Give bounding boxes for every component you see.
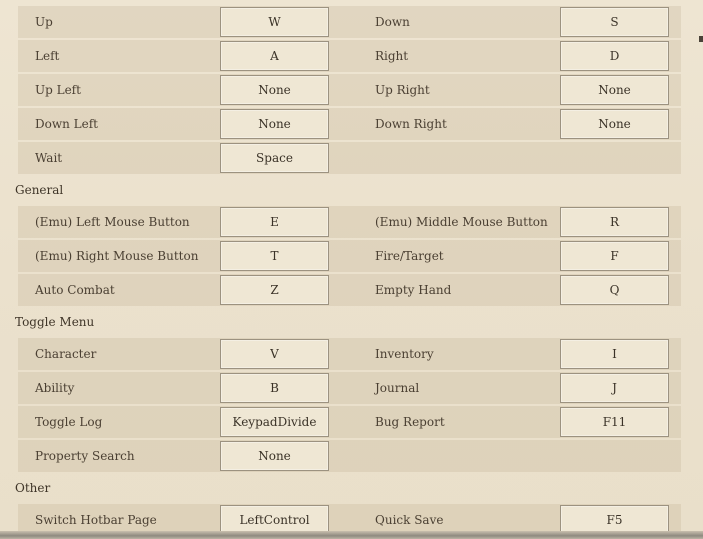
binding-label-up-right: Up Right (375, 83, 430, 97)
binding-row-up-left: Up Left None Up Right None (18, 74, 681, 106)
key-button-journal[interactable]: J (560, 373, 669, 403)
binding-row-emu-left-mouse: (Emu) Left Mouse Button E (Emu) Middle M… (18, 206, 681, 238)
binding-label-down: Down (375, 15, 410, 29)
key-button-down-left[interactable]: None (220, 109, 329, 139)
scrollbar-notch[interactable] (699, 36, 703, 42)
binding-label-character: Character (35, 347, 97, 361)
binding-label-ability: Ability (35, 381, 75, 395)
key-button-down[interactable]: S (560, 7, 669, 37)
key-button-emu-right-mouse[interactable]: T (220, 241, 329, 271)
key-button-empty-hand[interactable]: Q (560, 275, 669, 305)
key-button-character[interactable]: V (220, 339, 329, 369)
key-button-ability[interactable]: B (220, 373, 329, 403)
key-button-toggle-log[interactable]: KeypadDivide (220, 407, 329, 437)
section-header-toggle-menu: Toggle Menu (15, 315, 95, 329)
binding-row-down-left: Down Left None Down Right None (18, 108, 681, 140)
binding-row-wait: Wait Space (18, 142, 681, 174)
binding-row-property-search: Property Search None (18, 440, 681, 472)
binding-row-toggle-log: Toggle Log KeypadDivide Bug Report F11 (18, 406, 681, 438)
binding-label-inventory: Inventory (375, 347, 434, 361)
key-button-left[interactable]: A (220, 41, 329, 71)
key-button-emu-middle-mouse[interactable]: R (560, 207, 669, 237)
binding-label-left: Left (35, 49, 60, 63)
binding-label-emu-right-mouse: (Emu) Right Mouse Button (35, 249, 199, 263)
binding-label-right: Right (375, 49, 409, 63)
key-button-up-right[interactable]: None (560, 75, 669, 105)
key-button-property-search[interactable]: None (220, 441, 329, 471)
key-button-emu-left-mouse[interactable]: E (220, 207, 329, 237)
binding-label-down-right: Down Right (375, 117, 447, 131)
key-button-down-right[interactable]: None (560, 109, 669, 139)
binding-label-property-search: Property Search (35, 449, 135, 463)
key-button-up[interactable]: W (220, 7, 329, 37)
binding-label-fire-target: Fire/Target (375, 249, 444, 263)
binding-row-up: Up W Down S (18, 6, 681, 38)
key-button-wait[interactable]: Space (220, 143, 329, 173)
binding-row-auto-combat: Auto Combat Z Empty Hand Q (18, 274, 681, 306)
binding-label-down-left: Down Left (35, 117, 98, 131)
binding-row-character: Character V Inventory I (18, 338, 681, 370)
panel-bottom-edge (0, 531, 703, 539)
binding-label-journal: Journal (375, 381, 420, 395)
section-header-other: Other (15, 481, 51, 495)
binding-label-emu-middle-mouse: (Emu) Middle Mouse Button (375, 215, 548, 229)
key-button-right[interactable]: D (560, 41, 669, 71)
binding-label-up-left: Up Left (35, 83, 81, 97)
binding-label-empty-hand: Empty Hand (375, 283, 452, 297)
key-button-inventory[interactable]: I (560, 339, 669, 369)
binding-label-bug-report: Bug Report (375, 415, 445, 429)
key-button-up-left[interactable]: None (220, 75, 329, 105)
section-header-general: General (15, 183, 64, 197)
binding-label-up: Up (35, 15, 53, 29)
binding-row-emu-right-mouse: (Emu) Right Mouse Button T Fire/Target F (18, 240, 681, 272)
keybindings-panel: Up W Down S Left A Right D Up Left None … (0, 0, 703, 539)
key-button-auto-combat[interactable]: Z (220, 275, 329, 305)
binding-label-auto-combat: Auto Combat (35, 283, 115, 297)
binding-label-emu-left-mouse: (Emu) Left Mouse Button (35, 215, 190, 229)
key-button-fire-target[interactable]: F (560, 241, 669, 271)
binding-row-left: Left A Right D (18, 40, 681, 72)
key-button-bug-report[interactable]: F11 (560, 407, 669, 437)
binding-label-wait: Wait (35, 151, 63, 165)
binding-label-toggle-log: Toggle Log (35, 415, 103, 429)
binding-row-ability: Ability B Journal J (18, 372, 681, 404)
